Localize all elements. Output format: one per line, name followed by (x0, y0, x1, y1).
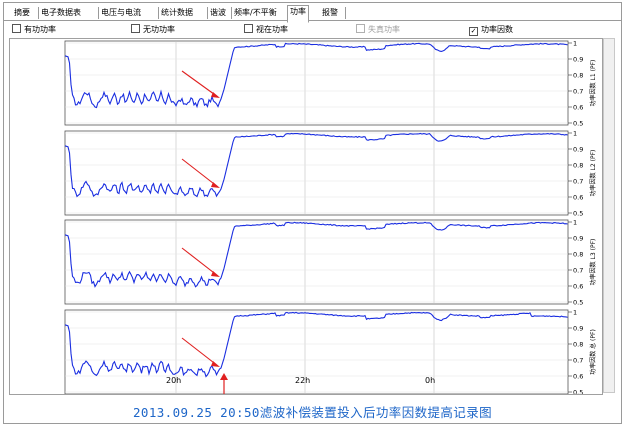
tab-harmonics[interactable]: 谐波 (210, 7, 226, 20)
y-tick-label: 0.9 (573, 325, 583, 333)
panel-frame (64, 219, 569, 305)
y-tick-label: 0.7 (573, 88, 583, 96)
x-tick-label: 0h (425, 376, 436, 385)
y-tick-label: 0.6 (573, 194, 583, 202)
vertical-scrollbar[interactable] (603, 38, 615, 393)
tab-separator (158, 7, 159, 19)
tab-summary[interactable]: 摘要 (14, 7, 30, 20)
y-tick-label: 1 (573, 309, 577, 317)
time-axis: 20h 22h 0h (4, 376, 621, 390)
tab-separator (207, 7, 208, 19)
tab-separator (38, 7, 39, 19)
tab-voltage-current[interactable]: 电压与电流 (101, 7, 141, 20)
tab-bar: 摘要 电子数据表 电压与电流 统计数据 谐波 频率/不平衡 功率 报警 (4, 5, 621, 23)
panel-frame (64, 130, 569, 216)
y-tick-label: 0.5 (573, 210, 583, 218)
option-label: 无功功率 (143, 25, 175, 34)
checkbox-power-factor[interactable]: ✓ (469, 27, 478, 36)
checkbox-reactive-power[interactable] (131, 24, 140, 33)
option-distortion-power: 失真功率 (356, 24, 400, 36)
window-frame: 摘要 电子数据表 电压与电流 统计数据 谐波 频率/不平衡 功率 报警 有功功率… (3, 2, 622, 424)
axis-label: 功率因数 L2 (PF) (589, 150, 597, 197)
option-label: 失真功率 (368, 25, 400, 34)
checkbox-apparent-power[interactable] (244, 24, 253, 33)
y-tick-label: 0.5 (573, 120, 583, 128)
axis-label: 功率因数 总 (PF) (589, 329, 597, 375)
series-options: 有功功率 无功功率 视在功率 失真功率 ✓ 功率因数 (9, 24, 615, 36)
tab-alarm[interactable]: 报警 (322, 7, 338, 20)
y-tick-label: 0.9 (573, 235, 583, 243)
y-tick-label: 0.7 (573, 178, 583, 186)
y-tick-label: 0.7 (573, 357, 583, 365)
y-tick-label: 0.6 (573, 283, 583, 291)
option-power-factor[interactable]: ✓ 功率因数 (469, 24, 513, 36)
y-tick-label: 0.8 (573, 341, 583, 349)
checkbox-distortion-power (356, 24, 365, 33)
y-tick-label: 0.8 (573, 251, 583, 259)
x-tick-label: 22h (295, 376, 311, 385)
tab-separator (345, 7, 346, 19)
option-label: 视在功率 (256, 25, 288, 34)
option-apparent-power[interactable]: 视在功率 (244, 24, 288, 36)
tab-statistics[interactable]: 统计数据 (161, 7, 193, 20)
tab-separator (98, 7, 99, 19)
option-label: 有功功率 (24, 25, 56, 34)
y-tick-label: 1 (573, 219, 577, 227)
x-tick-label: 20h (166, 376, 182, 385)
y-tick-label: 1 (573, 40, 577, 48)
power-factor-plots: 1 0.9 0.8 0.7 0.6 0.5 功率因数 L1 (PF) 1 0.9 0.8 0.7 0.… (64, 40, 597, 397)
tab-separator (231, 7, 232, 19)
tab-power[interactable]: 功率 (287, 5, 309, 23)
y-tick-label: 0.8 (573, 162, 583, 170)
y-tick-label: 0.8 (573, 72, 583, 80)
option-active-power[interactable]: 有功功率 (12, 24, 56, 36)
tab-frequency-unbalance[interactable]: 频率/不平衡 (234, 7, 277, 20)
plot-area: 1 0.9 0.8 0.7 0.6 0.5 功率因数 L1 (PF) 1 0.9 0.8 0.7 0.… (9, 38, 603, 397)
axis-label: 功率因数 L1 (PF) (589, 60, 597, 107)
axis-label: 功率因数 L3 (PF) (589, 239, 597, 286)
y-tick-label: 1 (573, 130, 577, 138)
checkbox-active-power[interactable] (12, 24, 21, 33)
y-tick-label: 0.7 (573, 267, 583, 275)
option-label: 功率因数 (481, 25, 513, 34)
option-reactive-power[interactable]: 无功功率 (131, 24, 175, 36)
tab-spreadsheet[interactable]: 电子数据表 (41, 7, 81, 20)
y-tick-label: 0.9 (573, 146, 583, 154)
panel-frame (64, 40, 569, 126)
y-tick-label: 0.6 (573, 104, 583, 112)
figure-caption: 2013.09.25 20:50滤波补偿装置投入后功率因数提高记录图 (132, 405, 492, 420)
y-tick-label: 0.9 (573, 56, 583, 64)
y-tick-label: 0.5 (573, 299, 583, 307)
